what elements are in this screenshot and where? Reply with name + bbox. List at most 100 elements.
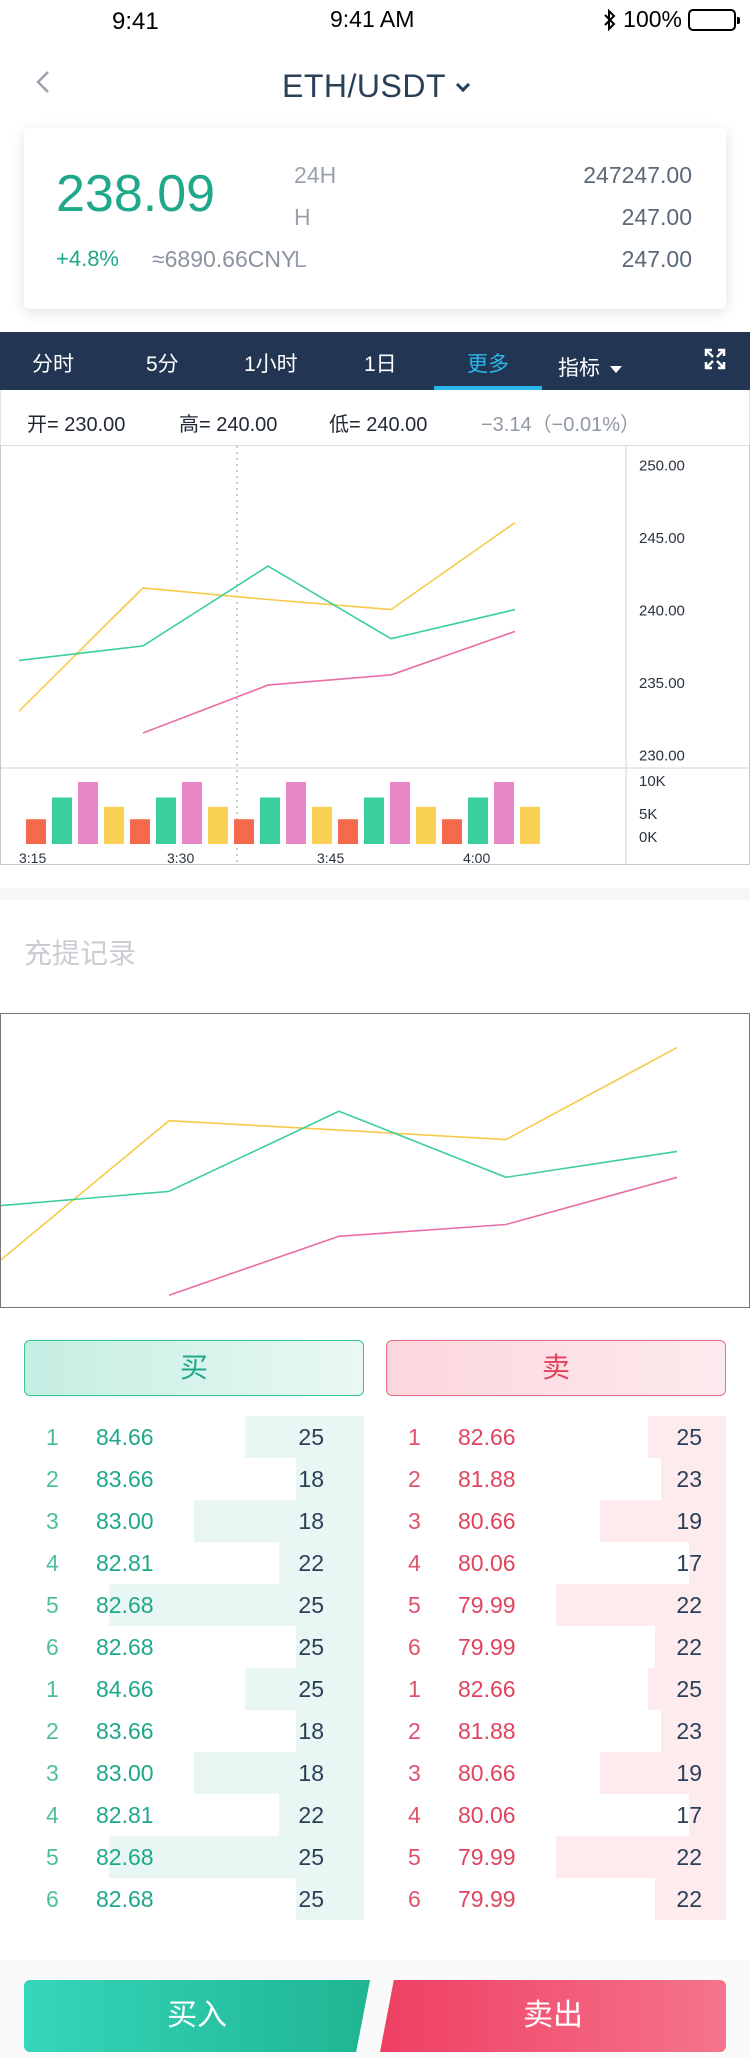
y-tick-label: 235.00 [639, 675, 685, 692]
order-price: 84.66 [96, 1424, 154, 1450]
order-quantity: 25 [298, 1886, 324, 1912]
price-change: +4.8% [56, 246, 119, 271]
sell-side-tab[interactable]: 卖 [386, 1340, 726, 1396]
volume-bar [286, 782, 306, 844]
series-line [18, 521, 516, 712]
chart-toolbar: 分时 5分 1小时 1日 更多 指标 [0, 332, 750, 390]
sell-order-row[interactable]: 6 79.99 22 [386, 1878, 726, 1920]
indicator-dropdown[interactable]: 指标 [558, 352, 622, 382]
sell-order-row[interactable]: 6 79.99 22 [386, 1626, 726, 1668]
buy-order-row[interactable]: 4 82.81 22 [24, 1542, 364, 1584]
volume-bar [182, 782, 202, 844]
volume-bar [260, 797, 280, 844]
tab-5min[interactable]: 5分 [146, 348, 179, 378]
depth-bar [600, 1752, 726, 1794]
pair-selector[interactable]: ETH/USDT [0, 68, 750, 105]
order-index: 2 [46, 1718, 59, 1744]
fullscreen-icon[interactable] [704, 348, 726, 370]
buy-order-row[interactable]: 3 83.00 18 [24, 1500, 364, 1542]
order-index: 6 [46, 1886, 59, 1912]
status-clock: 9:41 AM [330, 6, 415, 32]
stat-label: L [294, 246, 307, 272]
depth-bar [600, 1500, 726, 1542]
series-line [168, 1176, 678, 1296]
buy-order-row[interactable]: 2 83.66 18 [24, 1458, 364, 1500]
sell-button[interactable]: 卖出 [380, 1980, 726, 2052]
buy-order-row[interactable]: 6 82.68 25 [24, 1878, 364, 1920]
price-chart-svg: 250.00 245.00 240.00 235.00 230.00 10K 5K 0K 3:1… [1, 446, 749, 866]
last-price: 238.09 [56, 165, 216, 223]
buy-order-row[interactable]: 1 84.66 25 [24, 1668, 364, 1710]
buy-order-row[interactable]: 1 84.66 25 [24, 1416, 364, 1458]
series-line [0, 1110, 678, 1207]
sell-order-book: 1 82.66 25 2 81.88 23 3 80.66 19 4 80.06 17 5 79.99 22… [386, 1416, 726, 1920]
y-tick-label: 250.00 [639, 458, 685, 475]
tab-1hour[interactable]: 1小时 [244, 348, 298, 378]
buy-order-row[interactable]: 4 82.81 22 [24, 1794, 364, 1836]
order-index: 4 [408, 1802, 421, 1828]
order-quantity: 25 [298, 1592, 324, 1618]
order-quantity: 19 [676, 1760, 702, 1786]
buy-button[interactable]: 买入 [24, 1980, 370, 2052]
order-price: 82.68 [96, 1886, 154, 1912]
open-value: 开= 230.00 [27, 414, 126, 436]
buy-order-row[interactable]: 5 82.68 25 [24, 1584, 364, 1626]
order-price: 81.88 [458, 1466, 516, 1492]
buy-order-row[interactable]: 6 82.68 25 [24, 1626, 364, 1668]
order-quantity: 19 [676, 1508, 702, 1534]
sell-order-row[interactable]: 4 80.06 17 [386, 1794, 726, 1836]
series-line [0, 1046, 678, 1261]
indicator-label: 指标 [558, 357, 600, 380]
buy-order-book: 1 84.66 25 2 83.66 18 3 83.00 18 4 82.81 22 5 82.68 25… [24, 1416, 364, 1920]
order-index: 4 [46, 1550, 59, 1576]
sell-order-row[interactable]: 4 80.06 17 [386, 1542, 726, 1584]
price-chart[interactable]: 250.00 245.00 240.00 235.00 230.00 10K 5K 0K 3:1… [0, 445, 750, 866]
volume-bar [78, 782, 98, 844]
stat-value: 247.00 [621, 246, 692, 272]
order-price: 82.66 [458, 1676, 516, 1702]
sell-order-row[interactable]: 3 80.66 19 [386, 1500, 726, 1542]
stat-24h: 24H 247247.00 [294, 162, 692, 204]
chevron-down-icon [455, 77, 471, 93]
volume-bar [468, 797, 488, 844]
order-quantity: 22 [298, 1802, 324, 1828]
y-tick-label: 240.00 [639, 603, 685, 620]
order-quantity: 25 [676, 1676, 702, 1702]
order-index: 6 [46, 1634, 59, 1660]
volume-bar [52, 797, 72, 844]
order-price: 82.68 [96, 1592, 154, 1618]
sell-order-row[interactable]: 1 82.66 25 [386, 1416, 726, 1458]
order-index: 1 [46, 1676, 59, 1702]
order-index: 5 [408, 1844, 421, 1870]
sell-order-row[interactable]: 2 81.88 23 [386, 1710, 726, 1752]
buy-side-tab[interactable]: 买 [24, 1340, 364, 1396]
stat-value: 247247.00 [583, 162, 692, 188]
order-price: 83.66 [96, 1466, 154, 1492]
sell-order-row[interactable]: 3 80.66 19 [386, 1752, 726, 1794]
sell-order-row[interactable]: 2 81.88 23 [386, 1458, 726, 1500]
tab-more[interactable]: 更多 [467, 348, 509, 378]
order-quantity: 25 [298, 1844, 324, 1870]
buy-order-row[interactable]: 2 83.66 18 [24, 1710, 364, 1752]
records-chart [0, 1013, 750, 1308]
order-index: 5 [408, 1592, 421, 1618]
sell-order-row[interactable]: 5 79.99 22 [386, 1584, 726, 1626]
order-price: 82.81 [96, 1550, 154, 1576]
order-index: 5 [46, 1592, 59, 1618]
volume-bar [104, 806, 124, 844]
nav-bar: ETH/USDT [0, 60, 750, 110]
buy-order-row[interactable]: 3 83.00 18 [24, 1752, 364, 1794]
sell-order-row[interactable]: 1 82.66 25 [386, 1668, 726, 1710]
tab-1day[interactable]: 1日 [364, 348, 397, 378]
order-price: 81.88 [458, 1718, 516, 1744]
order-quantity: 25 [298, 1634, 324, 1660]
order-index: 1 [408, 1424, 421, 1450]
volume-bar [520, 806, 540, 844]
tab-timeshare[interactable]: 分时 [32, 348, 74, 378]
high-value: 高= 240.00 [179, 414, 278, 436]
change-value: −3.14（−0.01%） [481, 414, 640, 436]
sell-order-row[interactable]: 5 79.99 22 [386, 1836, 726, 1878]
order-index: 5 [46, 1844, 59, 1870]
order-index: 6 [408, 1886, 421, 1912]
buy-order-row[interactable]: 5 82.68 25 [24, 1836, 364, 1878]
